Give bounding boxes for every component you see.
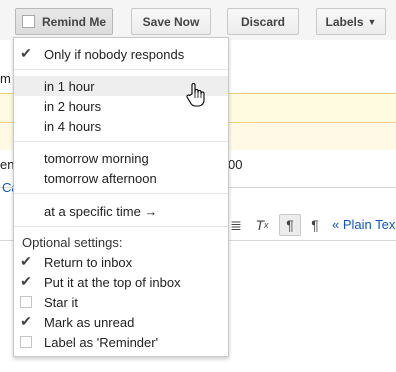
remind-me-checkbox[interactable] [21,15,35,28]
discard-button[interactable]: Discard [227,8,299,35]
empty-checkbox[interactable] [20,336,32,348]
option-label: Label as 'Reminder' [44,334,159,350]
ltr-paragraph-icon[interactable]: ¶ [279,214,301,236]
menu-separator [14,69,228,70]
option-label: Star it [44,294,78,310]
menu-separator [14,226,228,227]
labels-button[interactable]: Labels ▼ [316,8,386,35]
field-text-right: 00 [228,157,243,172]
labels-button-label: Labels [325,14,364,29]
option-label: Put it at the top of inbox [44,274,181,290]
menu-item-only-if-nobody-responds[interactable]: ✔ Only if nobody responds [14,44,228,64]
align-icon[interactable]: ≣ [227,214,245,236]
option-label: Mark as unread [44,314,135,330]
check-icon: ✔ [20,45,32,61]
menu-item-tomorrow-morning[interactable]: tomorrow morning [14,148,228,168]
empty-checkbox[interactable] [20,296,32,308]
check-icon: ✔ [20,313,32,329]
menu-separator [14,141,228,142]
remove-formatting-icon[interactable]: Tx [251,214,273,236]
field-fragment: m [0,71,11,86]
remind-me-label: Remind Me [41,14,106,29]
chevron-down-icon: ▼ [367,16,377,27]
menu-item-tomorrow-afternoon[interactable]: tomorrow afternoon [14,168,228,188]
check-icon: ✔ [20,273,32,289]
option-return-to-inbox[interactable]: ✔ Return to inbox [14,252,228,272]
plain-text-link[interactable]: « Plain Tex [332,217,395,232]
option-star-it[interactable]: Star it [14,292,228,312]
menu-item-specific-time[interactable]: at a specific time → [14,201,228,221]
save-now-button[interactable]: Save Now [131,8,211,35]
rtl-paragraph-icon[interactable]: ¶ [305,214,325,236]
compose-toolbar: Remind Me Save Now Discard Labels ▼ [0,0,396,40]
option-mark-as-unread[interactable]: ✔ Mark as unread [14,312,228,332]
option-label: Return to inbox [44,254,133,270]
menu-item-label: Only if nobody responds [44,46,185,62]
check-icon: ✔ [20,253,32,269]
hand-cursor-icon [186,83,205,107]
option-label-as-reminder[interactable]: Label as 'Reminder' [14,332,228,352]
menu-separator [14,193,228,194]
menu-item-in-4-hours[interactable]: in 4 hours [14,116,228,136]
option-top-of-inbox[interactable]: ✔ Put it at the top of inbox [14,272,228,292]
remind-me-button[interactable]: Remind Me [15,8,113,35]
optional-settings-heading: Optional settings: [22,235,123,250]
